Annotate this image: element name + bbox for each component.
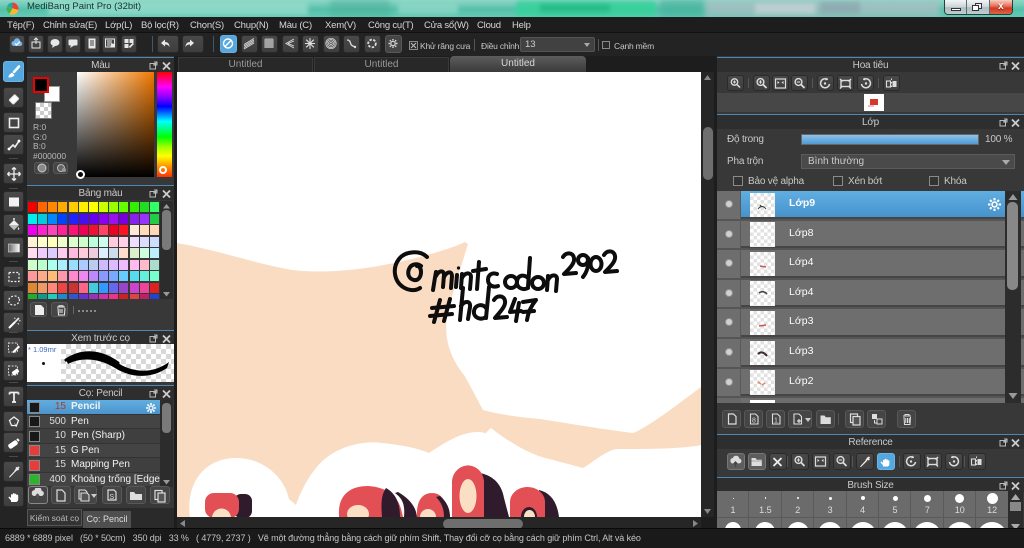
svg-text:S: S: [110, 494, 115, 501]
svg-text:8: 8: [752, 418, 756, 425]
svg-text:1: 1: [774, 418, 778, 425]
